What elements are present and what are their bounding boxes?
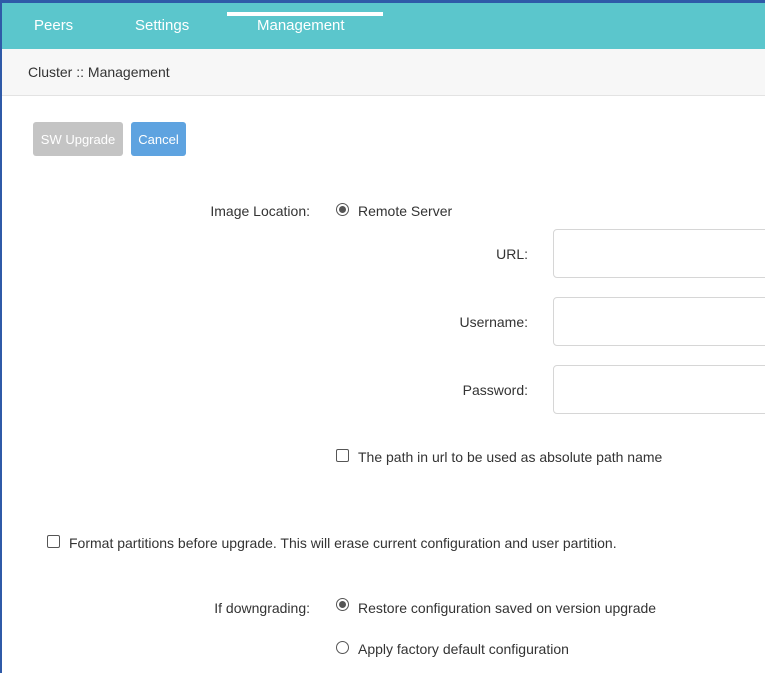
username-input[interactable] — [553, 297, 765, 346]
factory-default-label: Apply factory default configuration — [358, 641, 569, 657]
breadcrumb-bar: Cluster :: Management — [2, 49, 765, 96]
remote-server-radio[interactable] — [336, 203, 349, 216]
tab-settings[interactable]: Settings — [135, 3, 189, 49]
cancel-button[interactable]: Cancel — [131, 122, 186, 156]
password-label: Password: — [462, 382, 528, 398]
tab-peers[interactable]: Peers — [34, 3, 73, 49]
remote-server-label: Remote Server — [358, 203, 453, 219]
top-nav: Peers Settings Management — [2, 0, 765, 49]
password-input[interactable] — [553, 365, 765, 414]
format-partitions-label: Format partitions before upgrade. This w… — [69, 535, 617, 551]
absolute-path-label: The path in url to be used as absolute p… — [358, 449, 663, 465]
url-label: URL: — [496, 246, 528, 262]
image-location-label: Image Location: — [210, 203, 310, 219]
url-input[interactable] — [553, 229, 765, 278]
downgrade-label: If downgrading: — [214, 600, 310, 616]
username-label: Username: — [459, 314, 528, 330]
left-border — [0, 0, 2, 673]
restore-config-label: Restore configuration saved on version u… — [358, 600, 657, 616]
restore-config-radio[interactable] — [336, 598, 349, 611]
sw-upgrade-button[interactable]: SW Upgrade — [33, 122, 123, 156]
tab-management[interactable]: Management — [257, 3, 345, 49]
format-partitions-checkbox[interactable] — [47, 535, 60, 548]
breadcrumb: Cluster :: Management — [28, 64, 170, 80]
factory-default-radio[interactable] — [336, 641, 349, 654]
absolute-path-checkbox[interactable] — [336, 449, 349, 462]
